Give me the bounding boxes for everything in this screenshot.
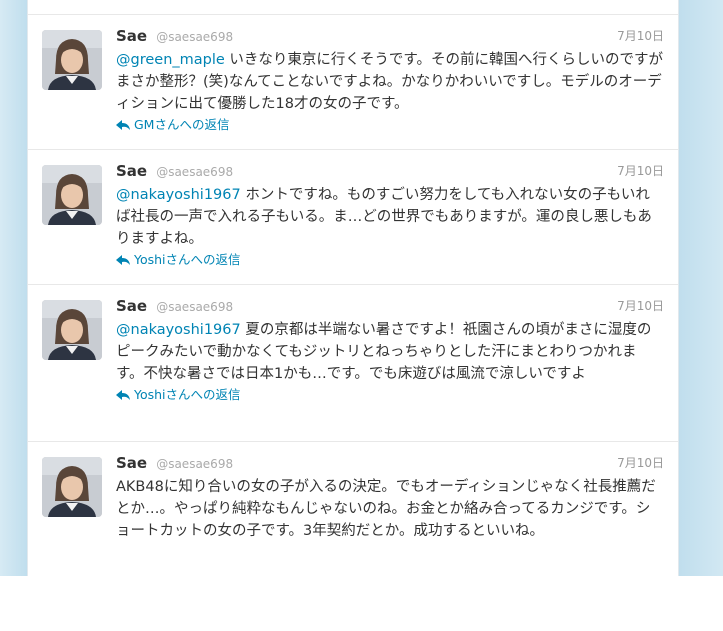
author-screen-name[interactable]: @saesae698 xyxy=(156,457,233,471)
avatar[interactable] xyxy=(42,457,102,517)
author-name[interactable]: Sae xyxy=(116,27,147,45)
tweet[interactable]: Sae @saesae698 7月10日 @nakayoshi1967 ホントで… xyxy=(28,150,678,285)
tweet-date[interactable]: 7月10日 xyxy=(617,26,664,46)
in-reply-to-link[interactable]: GMさんへの返信 xyxy=(116,116,664,134)
author-name[interactable]: Sae xyxy=(116,297,147,315)
in-reply-to-label[interactable]: Yoshiさんへの返信 xyxy=(134,252,241,267)
in-reply-to-label[interactable]: Yoshiさんへの返信 xyxy=(134,387,241,402)
tweet[interactable]: Sae @saesae698 7月10日 AKB48に知り合いの女の子が入るの決… xyxy=(28,442,678,576)
mention-link[interactable]: @nakayoshi1967 xyxy=(116,322,241,338)
author-screen-name[interactable]: @saesae698 xyxy=(156,30,233,44)
tweet[interactable]: Sae @saesae698 7月10日 @green_maple いきなり東京… xyxy=(28,15,678,150)
in-reply-to-label[interactable]: GMさんへの返信 xyxy=(134,117,229,132)
tweet-date[interactable]: 7月10日 xyxy=(617,161,664,181)
reply-arrow-icon xyxy=(116,116,134,134)
avatar[interactable] xyxy=(42,165,102,225)
tweet-date[interactable]: 7月10日 xyxy=(617,453,664,473)
author-name[interactable]: Sae xyxy=(116,162,147,180)
mention-link[interactable]: @nakayoshi1967 xyxy=(116,187,241,203)
tweet-text: @nakayoshi1967 ホントですね。ものすごい努力をしても入れない女の子… xyxy=(116,184,664,250)
background-right-edge xyxy=(679,0,723,576)
tweet[interactable]: Sae @saesae698 7月10日 @nakayoshi1967 夏の京都… xyxy=(28,285,678,442)
background-left-edge xyxy=(0,0,27,576)
reply-arrow-icon xyxy=(116,386,134,404)
mention-link[interactable]: @green_maple xyxy=(116,52,225,68)
author-name[interactable]: Sae xyxy=(116,454,147,472)
timeline: Sae @saesae698 7月10日 @green_maple いきなり東京… xyxy=(27,0,679,576)
reply-arrow-icon xyxy=(116,251,134,269)
avatar[interactable] xyxy=(42,30,102,90)
tweet-text: AKB48に知り合いの女の子が入るの決定。でもオーディションじゃなく社長推薦だと… xyxy=(116,476,664,542)
author-screen-name[interactable]: @saesae698 xyxy=(156,300,233,314)
tweet-date[interactable]: 7月10日 xyxy=(617,296,664,316)
avatar[interactable] xyxy=(42,300,102,360)
tweet-text: @green_maple いきなり東京に行くそうです。その前に韓国へ行くらしいの… xyxy=(116,49,664,115)
in-reply-to-link[interactable]: Yoshiさんへの返信 xyxy=(116,251,664,269)
tweet-body: AKB48に知り合いの女の子が入るの決定。でもオーディションじゃなく社長推薦だと… xyxy=(116,479,656,539)
author-screen-name[interactable]: @saesae698 xyxy=(156,165,233,179)
in-reply-to-link[interactable]: Yoshiさんへの返信 xyxy=(116,386,664,404)
tweet-text: @nakayoshi1967 夏の京都は半端ない暑さですよ！祇園さんの頃がまさに… xyxy=(116,319,664,385)
